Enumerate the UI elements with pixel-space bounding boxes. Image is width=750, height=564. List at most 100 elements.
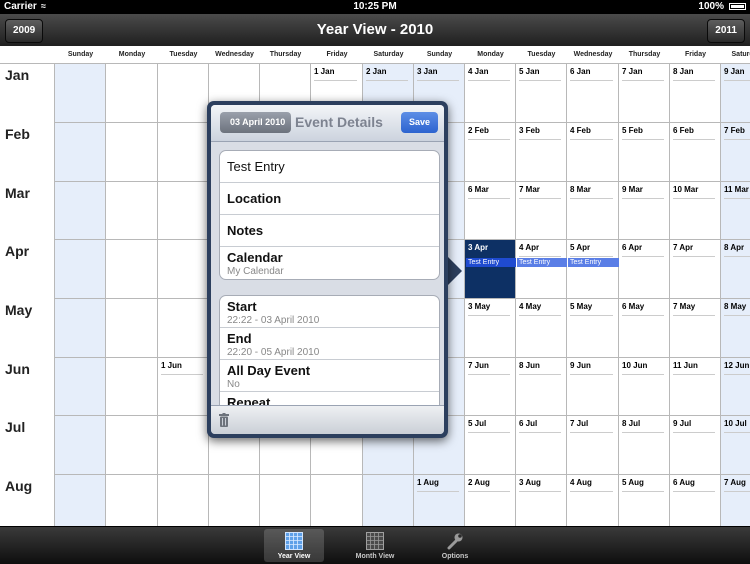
tab-options[interactable]: Options: [425, 529, 485, 562]
all-day-row[interactable]: All Day Event No: [220, 360, 439, 392]
start-row[interactable]: Start 22:22 - 03 April 2010: [220, 296, 439, 328]
day-cell[interactable]: 7 Jun: [465, 358, 516, 416]
save-button[interactable]: Save: [400, 112, 438, 133]
day-cell[interactable]: [106, 64, 158, 123]
day-underline: [724, 198, 750, 199]
day-cell[interactable]: 4 Aug: [567, 475, 619, 526]
day-cell[interactable]: 3 Feb: [516, 123, 567, 182]
day-cell[interactable]: 1 Aug: [414, 475, 465, 526]
day-cell[interactable]: 7 Feb: [721, 123, 750, 182]
day-cell[interactable]: 7 May: [670, 299, 721, 358]
event-bar[interactable]: Test Entry: [568, 258, 619, 267]
day-cell[interactable]: [106, 416, 158, 475]
day-cell[interactable]: 6 Apr: [619, 240, 670, 299]
day-cell[interactable]: 5 Jul: [465, 416, 516, 475]
day-cell[interactable]: 6 Aug: [670, 475, 721, 526]
day-cell[interactable]: [55, 358, 106, 416]
day-cell[interactable]: 7 Jan: [619, 64, 670, 123]
day-cell[interactable]: 8 Jul: [619, 416, 670, 475]
day-cell[interactable]: 6 Jul: [516, 416, 567, 475]
day-cell[interactable]: [106, 123, 158, 182]
day-cell[interactable]: 7 Apr: [670, 240, 721, 299]
day-cell[interactable]: 4 May: [516, 299, 567, 358]
day-cell[interactable]: [106, 475, 158, 526]
calendar-row[interactable]: Calendar My Calendar: [220, 247, 439, 279]
day-cell[interactable]: 3 May: [465, 299, 516, 358]
day-header: Sunday: [426, 51, 453, 58]
day-cell[interactable]: 7 Mar: [516, 182, 567, 240]
day-cell[interactable]: 4 Jan: [465, 64, 516, 123]
day-cell[interactable]: 4 Feb: [567, 123, 619, 182]
day-cell[interactable]: 10 Jun: [619, 358, 670, 416]
day-cell[interactable]: [158, 240, 209, 299]
day-cell[interactable]: [106, 299, 158, 358]
day-cell[interactable]: 8 Jan: [670, 64, 721, 123]
next-year-button[interactable]: 2011: [707, 19, 745, 43]
day-cell[interactable]: [311, 475, 363, 526]
day-cell[interactable]: 4 Apr Test Entry: [516, 240, 567, 299]
title-row[interactable]: Test Entry: [220, 151, 439, 183]
day-cell[interactable]: 9 Mar: [619, 182, 670, 240]
day-cell[interactable]: 1 Jun: [158, 358, 209, 416]
trash-icon[interactable]: [219, 413, 229, 427]
day-cell[interactable]: [158, 416, 209, 475]
location-row[interactable]: Location: [220, 183, 439, 215]
day-cell[interactable]: 11 Mar: [721, 182, 750, 240]
day-cell[interactable]: 12 Jun: [721, 358, 750, 416]
day-cell[interactable]: 6 Jan: [567, 64, 619, 123]
event-bar[interactable]: Test Entry: [466, 258, 516, 267]
day-cell[interactable]: 5 Jan: [516, 64, 567, 123]
day-cell[interactable]: [106, 358, 158, 416]
day-cell[interactable]: 6 May: [619, 299, 670, 358]
day-cell[interactable]: 9 Jul: [670, 416, 721, 475]
day-cell[interactable]: 9 Jan: [721, 64, 750, 123]
back-button[interactable]: 03 April 2010: [220, 112, 292, 133]
day-cell[interactable]: 7 Aug: [721, 475, 750, 526]
day-cell[interactable]: [158, 182, 209, 240]
day-cell[interactable]: 5 May: [567, 299, 619, 358]
day-cell[interactable]: [158, 64, 209, 123]
day-cell[interactable]: [55, 182, 106, 240]
day-cell[interactable]: [158, 475, 209, 526]
day-cell[interactable]: 8 Apr: [721, 240, 750, 299]
day-cell[interactable]: [55, 64, 106, 123]
day-cell[interactable]: 2 Feb: [465, 123, 516, 182]
day-cell[interactable]: [158, 123, 209, 182]
tab-year-view[interactable]: Year View: [264, 529, 324, 562]
day-cell[interactable]: 9 Jun: [567, 358, 619, 416]
notes-row[interactable]: Notes: [220, 215, 439, 247]
day-cell[interactable]: 5 Apr Test Entry: [567, 240, 619, 299]
day-cell[interactable]: 10 Mar: [670, 182, 721, 240]
day-cell[interactable]: 6 Feb: [670, 123, 721, 182]
day-cell[interactable]: [55, 240, 106, 299]
day-cell[interactable]: 5 Aug: [619, 475, 670, 526]
day-cell[interactable]: 3 Aug: [516, 475, 567, 526]
day-cell[interactable]: 8 Jun: [516, 358, 567, 416]
day-cell[interactable]: 8 Mar: [567, 182, 619, 240]
day-cell[interactable]: [158, 299, 209, 358]
tab-month-view[interactable]: Month View: [345, 529, 405, 562]
day-cell[interactable]: [106, 240, 158, 299]
event-bar[interactable]: Test Entry: [517, 258, 567, 267]
day-cell[interactable]: 2 Aug: [465, 475, 516, 526]
day-cell[interactable]: [55, 299, 106, 358]
day-cell[interactable]: 11 Jun: [670, 358, 721, 416]
repeat-row[interactable]: Repeat: [220, 392, 439, 405]
day-cell[interactable]: [55, 475, 106, 526]
day-cell[interactable]: 8 May: [721, 299, 750, 358]
day-cell[interactable]: 5 Feb: [619, 123, 670, 182]
day-underline: [622, 374, 664, 375]
day-cell[interactable]: [260, 475, 311, 526]
day-cell[interactable]: 6 Mar: [465, 182, 516, 240]
day-underline: [673, 80, 715, 81]
day-cell[interactable]: [106, 182, 158, 240]
day-cell[interactable]: [209, 475, 260, 526]
day-cell[interactable]: [55, 123, 106, 182]
day-cell[interactable]: [363, 475, 414, 526]
day-date: 6 Aug: [673, 478, 695, 487]
day-cell[interactable]: 7 Jul: [567, 416, 619, 475]
day-cell[interactable]: 10 Jul: [721, 416, 750, 475]
day-cell[interactable]: [55, 416, 106, 475]
day-cell[interactable]: 3 Apr Test Entry: [465, 240, 516, 299]
end-row[interactable]: End 22:20 - 05 April 2010: [220, 328, 439, 360]
